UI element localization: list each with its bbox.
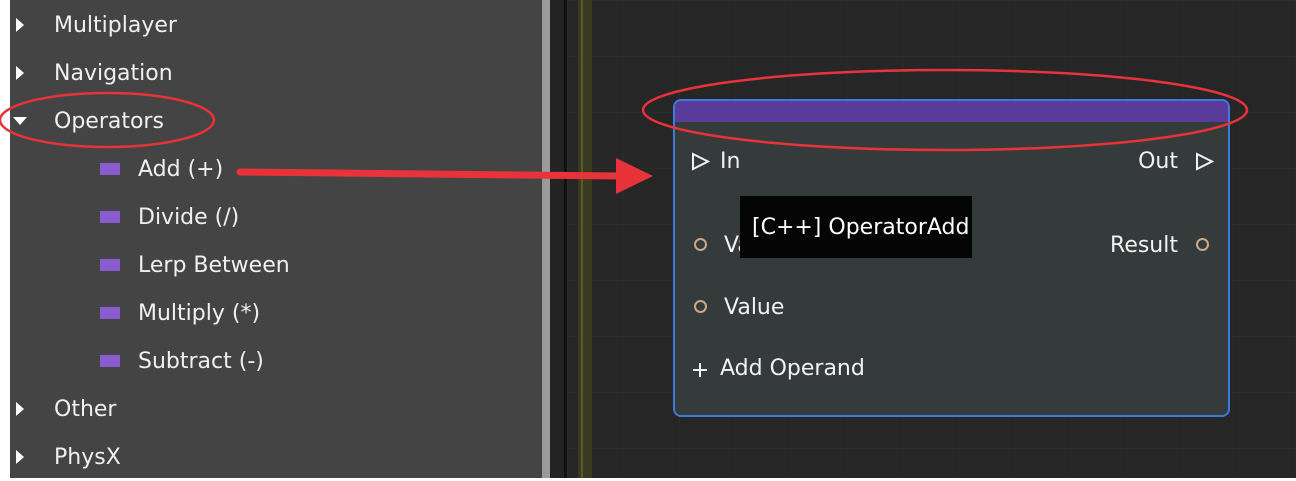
node-header-highlight-ellipse [641, 68, 1249, 152]
annotation-overlay [0, 68, 1249, 194]
annotation-arrow-head [616, 158, 653, 194]
annotation-arrow-shaft [236, 168, 624, 180]
operators-highlight-ellipse [0, 91, 216, 149]
